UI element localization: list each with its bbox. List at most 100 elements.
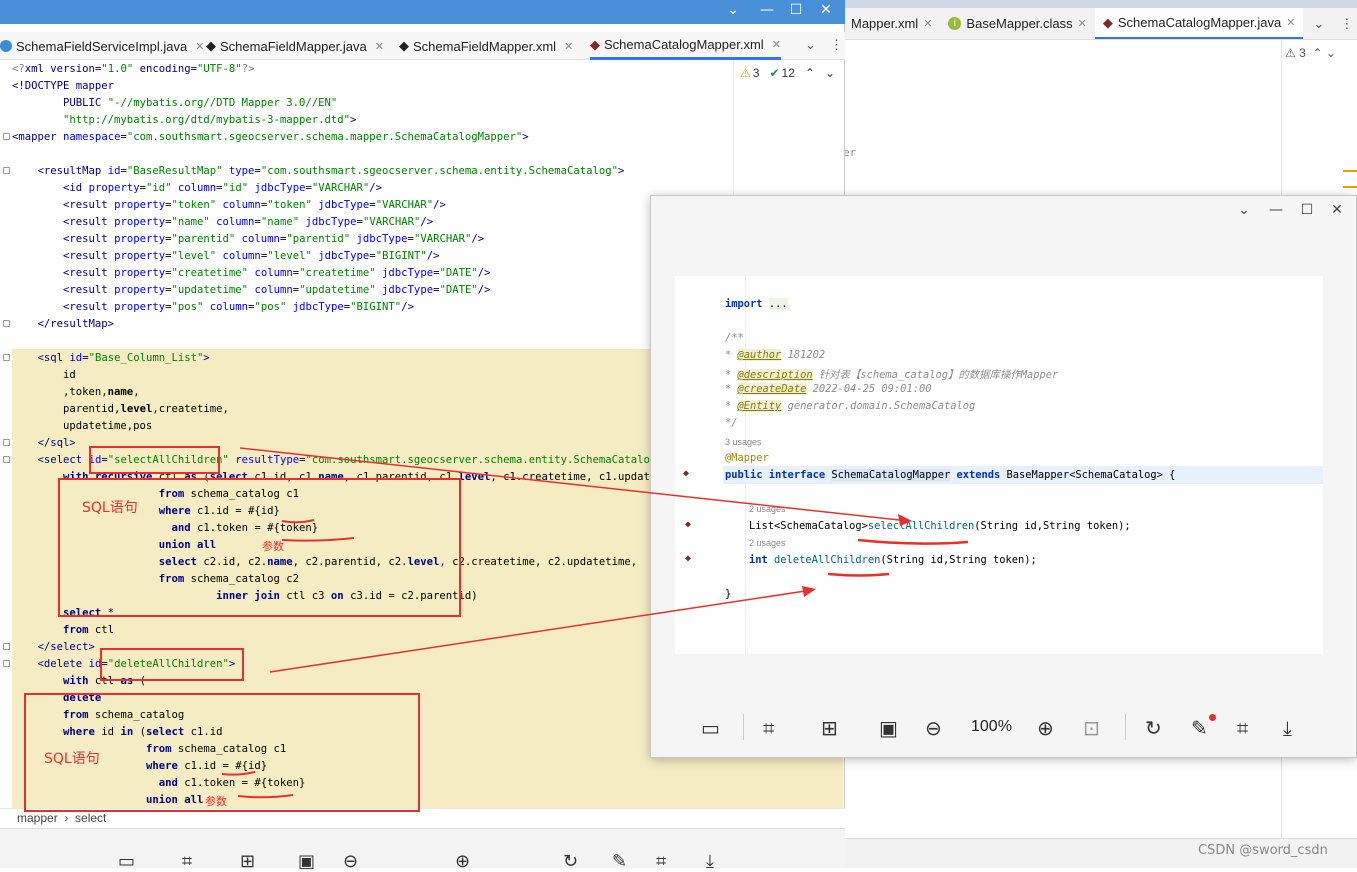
layout-icon[interactable]: ▭ xyxy=(701,716,720,740)
close-icon[interactable]: ✕ xyxy=(195,40,204,53)
java-code-line: } xyxy=(725,588,732,600)
bg-tab-basemapper-class[interactable]: I BaseMapper.class ✕ xyxy=(940,8,1094,39)
close-icon[interactable]: ✕ xyxy=(811,2,841,18)
bg-tab-mapper-xml[interactable]: Mapper.xml ✕ xyxy=(843,8,940,39)
usages-hint: 2 usages xyxy=(749,504,786,514)
gutter-separator xyxy=(745,276,746,654)
zoom-in-icon[interactable]: ⊕ xyxy=(1037,716,1054,740)
chevron-down-icon[interactable]: ⌄ xyxy=(825,66,835,80)
check-icon: ✔ xyxy=(769,66,780,80)
mybatis-bird-icon: ◆ xyxy=(206,38,216,53)
chevron-down-icon[interactable]: ⌄ xyxy=(1229,202,1259,218)
close-icon[interactable]: ✕ xyxy=(1322,202,1352,218)
tab-schemacatalogmapper-xml[interactable]: ◆ SchemaCatalogMapper.xml ✕ xyxy=(590,32,781,60)
watermark: CSDN @sword_csdn xyxy=(1198,843,1328,858)
fit-icon[interactable]: ▣ xyxy=(298,851,315,872)
java-code-line: * @createDate 2022-04-25 09:01:00 xyxy=(725,383,932,395)
ocr-icon[interactable]: ⌗ xyxy=(182,851,192,872)
chevron-up-icon[interactable]: ⌃ xyxy=(805,66,815,80)
chevron-down-icon[interactable]: ⌄ xyxy=(805,37,816,53)
toolbar-separator xyxy=(743,714,744,740)
zoom-out-icon[interactable]: ⊖ xyxy=(343,851,358,872)
annotation-label-sql: SQL语句 xyxy=(82,500,138,516)
java-code-line: */ xyxy=(725,417,738,429)
fold-marker[interactable] xyxy=(3,167,10,174)
crop-icon[interactable]: ⌗ xyxy=(1237,716,1248,740)
java-code-line: List<SchemaCatalog>selectAllChildren(Str… xyxy=(749,520,1131,532)
background-warning-indicator[interactable]: ⚠ 3 ⌃ ⌄ xyxy=(1285,46,1336,60)
minimize-icon[interactable]: — xyxy=(752,2,782,18)
close-icon[interactable]: ✕ xyxy=(772,38,781,51)
fold-marker[interactable] xyxy=(3,320,10,327)
mybatis-bird-icon: ◆ xyxy=(1102,14,1113,30)
window-titlebar: ⌄ — ☐ ✕ xyxy=(651,196,1356,228)
annotation-box-delete-id xyxy=(100,648,244,681)
edit-icon[interactable]: ✎ xyxy=(612,851,627,872)
maximize-icon[interactable]: ☐ xyxy=(781,2,811,18)
bg-tab-schemacatalogmapper-java[interactable]: ◆ SchemaCatalogMapper.java ✕ xyxy=(1094,8,1304,39)
interface-icon: I xyxy=(948,17,962,30)
annotation-box-select-id xyxy=(89,446,220,474)
fold-marker[interactable] xyxy=(3,133,10,140)
close-icon[interactable]: ✕ xyxy=(564,40,573,53)
download-icon[interactable]: ⤓ xyxy=(1283,716,1292,740)
mybatis-bird-icon[interactable]: ◆ xyxy=(685,519,691,530)
fold-marker[interactable] xyxy=(3,354,10,361)
chevron-down-icon[interactable]: ⌄ xyxy=(718,2,748,18)
java-class-icon xyxy=(0,40,12,52)
edit-icon[interactable]: ✎ xyxy=(1191,716,1208,740)
annotation-label-sql: SQL语句 xyxy=(44,751,100,767)
more-icon[interactable]: ⋮ xyxy=(830,37,843,53)
close-icon[interactable]: ✕ xyxy=(1286,16,1295,29)
mybatis-bird-icon[interactable]: ◆ xyxy=(683,468,689,479)
java-code-line: * @Entity generator.domain.SchemaCatalog xyxy=(725,400,976,412)
rotate-icon[interactable]: ↻ xyxy=(563,851,578,872)
java-code-line: @Mapper xyxy=(725,452,769,464)
usages-hint: 2 usages xyxy=(749,538,786,548)
actual-size-icon[interactable]: ⊡ xyxy=(1083,716,1100,740)
close-icon[interactable]: ✕ xyxy=(923,17,932,30)
close-icon[interactable]: ✕ xyxy=(1078,17,1087,30)
zoom-out-icon[interactable]: ⊖ xyxy=(925,716,942,740)
inspection-indicator[interactable]: ⚠ 3 ✔ 12 ⌃ ⌄ xyxy=(740,66,835,80)
window-titlebar: ⌄ — ☐ ✕ xyxy=(0,0,845,24)
breadcrumb-select[interactable]: select xyxy=(75,811,106,825)
ocr-icon[interactable]: ⌗ xyxy=(763,716,774,740)
translate-icon[interactable]: ⊞ xyxy=(240,851,255,872)
image-viewer-toolbar: ▭ ⌗ ⊞ ▣ ⊖ 100% ⊕ ⊡ ↻ ✎ ⌗ ⤓ xyxy=(651,696,1356,758)
close-icon[interactable]: ✕ xyxy=(375,40,384,53)
minimize-icon[interactable]: — xyxy=(1261,202,1291,218)
java-code-line: /** xyxy=(725,332,744,344)
java-code-line: * @description 针对表【schema_catalog】的数据库操作… xyxy=(725,369,1059,381)
breadcrumb-mapper[interactable]: mapper xyxy=(17,811,58,825)
zoom-level: 100% xyxy=(971,718,1012,735)
mybatis-bird-icon: ◆ xyxy=(399,38,409,53)
scroll-marker xyxy=(1343,186,1357,188)
chevron-down-icon[interactable]: ⌄ xyxy=(1313,16,1324,32)
fold-marker[interactable] xyxy=(3,439,10,446)
scroll-marker xyxy=(1343,170,1357,172)
more-icon[interactable]: ⋮ xyxy=(1340,16,1353,32)
layout-icon[interactable]: ▭ xyxy=(118,851,135,872)
java-code-line: * @author 181202 xyxy=(725,349,826,361)
tab-schemafieldmapper-java[interactable]: ◆ SchemaFieldMapper.java ✕ xyxy=(206,32,384,60)
image-viewer-window: ⌄ — ☐ ✕ import ... /** * @author 181202 … xyxy=(650,195,1357,758)
mybatis-bird-icon[interactable]: ◆ xyxy=(685,553,691,564)
crop-icon[interactable]: ⌗ xyxy=(656,851,666,872)
zoom-in-icon[interactable]: ⊕ xyxy=(455,851,470,872)
download-icon[interactable]: ⤓ xyxy=(706,851,714,872)
fold-marker[interactable] xyxy=(3,456,10,463)
warning-icon: ⚠ xyxy=(740,66,751,80)
annotation-label-param: 参数 xyxy=(205,795,227,808)
background-ide-titlebar xyxy=(843,0,1357,8)
tab-schemafieldserviceimpl[interactable]: SchemaFieldServiceImpl.java ✕ xyxy=(0,32,204,60)
fold-marker[interactable] xyxy=(3,643,10,650)
editor-tabbar: SchemaFieldServiceImpl.java ✕ ◆ SchemaFiel… xyxy=(0,32,845,60)
translate-icon[interactable]: ⊞ xyxy=(821,716,838,740)
maximize-icon[interactable]: ☐ xyxy=(1292,202,1322,218)
tab-schemafieldmapper-xml[interactable]: ◆ SchemaFieldMapper.xml ✕ xyxy=(399,32,573,60)
fit-screen-icon[interactable]: ▣ xyxy=(879,716,898,740)
notification-dot xyxy=(1209,714,1216,721)
fold-marker[interactable] xyxy=(3,660,10,667)
rotate-icon[interactable]: ↻ xyxy=(1145,716,1162,740)
